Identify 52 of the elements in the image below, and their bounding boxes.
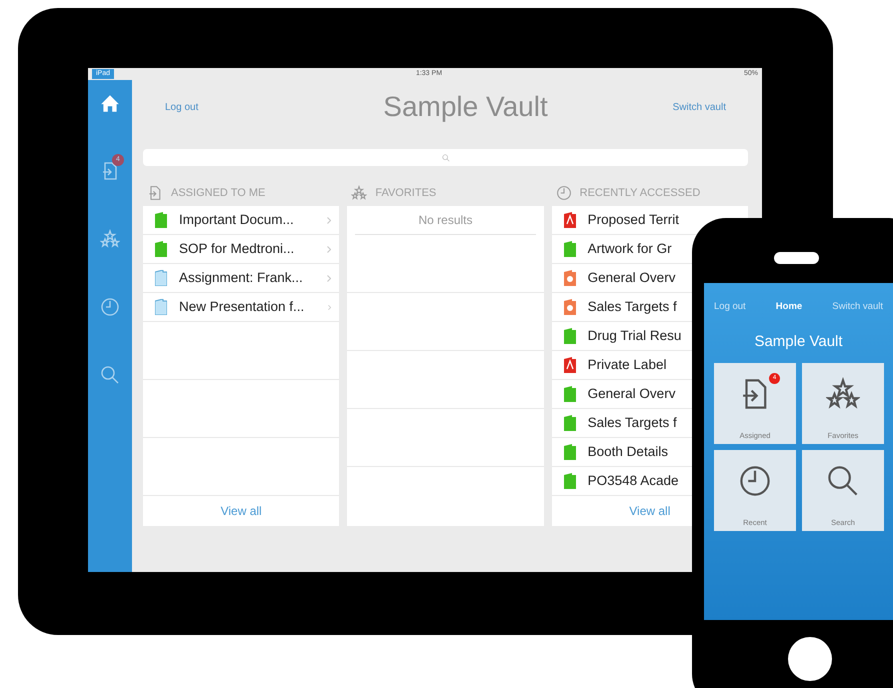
- document-item[interactable]: New Presentation f...: [179, 296, 304, 318]
- vault-title: Sample Vault: [383, 90, 548, 124]
- empty-message: No results: [418, 212, 472, 229]
- column-heading: RECENTLY ACCESSED: [580, 186, 700, 201]
- stars-icon: [100, 229, 120, 249]
- document-item[interactable]: Artwork for Gr: [588, 238, 672, 260]
- file-icon: [564, 415, 576, 431]
- file-icon: [155, 241, 167, 257]
- file-icon: [155, 270, 167, 286]
- document-item[interactable]: Private Label: [588, 354, 666, 376]
- chevron-icon: [327, 274, 332, 282]
- document-item[interactable]: General Overv: [588, 268, 676, 288]
- stars-icon: [351, 185, 368, 201]
- document-item[interactable]: Proposed Territ: [588, 210, 679, 230]
- search-icon: [442, 154, 450, 162]
- search-icon: [100, 365, 120, 385]
- file-icon: [564, 386, 576, 402]
- document-item[interactable]: General Overv: [588, 384, 676, 404]
- document-item[interactable]: Sales Targets f: [588, 412, 677, 434]
- clock-icon: [100, 297, 120, 317]
- document-item[interactable]: Booth Details: [588, 442, 668, 462]
- file-icon: [564, 328, 576, 344]
- file-icon: [564, 212, 576, 228]
- file-icon: [155, 299, 167, 315]
- document-item[interactable]: SOP for Medtroni...: [179, 238, 294, 260]
- vault-title: Sample Vault: [754, 332, 843, 352]
- file-icon: [564, 270, 576, 286]
- document-item[interactable]: Sales Targets f: [588, 296, 677, 318]
- chevron-icon: [328, 304, 332, 310]
- file-icon: [564, 357, 576, 373]
- file-icon: [564, 299, 576, 315]
- home-button-icon[interactable]: [788, 637, 832, 681]
- column-heading: FAVORITES: [375, 186, 436, 201]
- column-heading: ASSIGNED TO ME: [171, 186, 266, 201]
- nav-title: Home: [776, 300, 802, 314]
- file-icon: [564, 241, 576, 257]
- file-icon: [155, 212, 167, 228]
- chevron-icon: [327, 246, 332, 252]
- file-icon: [564, 444, 576, 460]
- search-icon: [826, 464, 860, 498]
- search-field[interactable]: [143, 149, 748, 166]
- document-arrow-icon: [147, 185, 163, 201]
- document-item[interactable]: Important Docum...: [179, 210, 294, 230]
- document-item[interactable]: PO3548 Acade: [588, 470, 678, 492]
- clock-icon: [738, 464, 772, 498]
- document-item[interactable]: Drug Trial Resu: [588, 326, 682, 346]
- file-icon: [564, 473, 576, 489]
- stars-icon: [826, 377, 860, 411]
- chevron-icon: [327, 216, 332, 224]
- phone-speaker-icon: [774, 252, 819, 264]
- document-item[interactable]: Assignment: Frank...: [179, 268, 303, 288]
- clock-icon: [556, 185, 572, 201]
